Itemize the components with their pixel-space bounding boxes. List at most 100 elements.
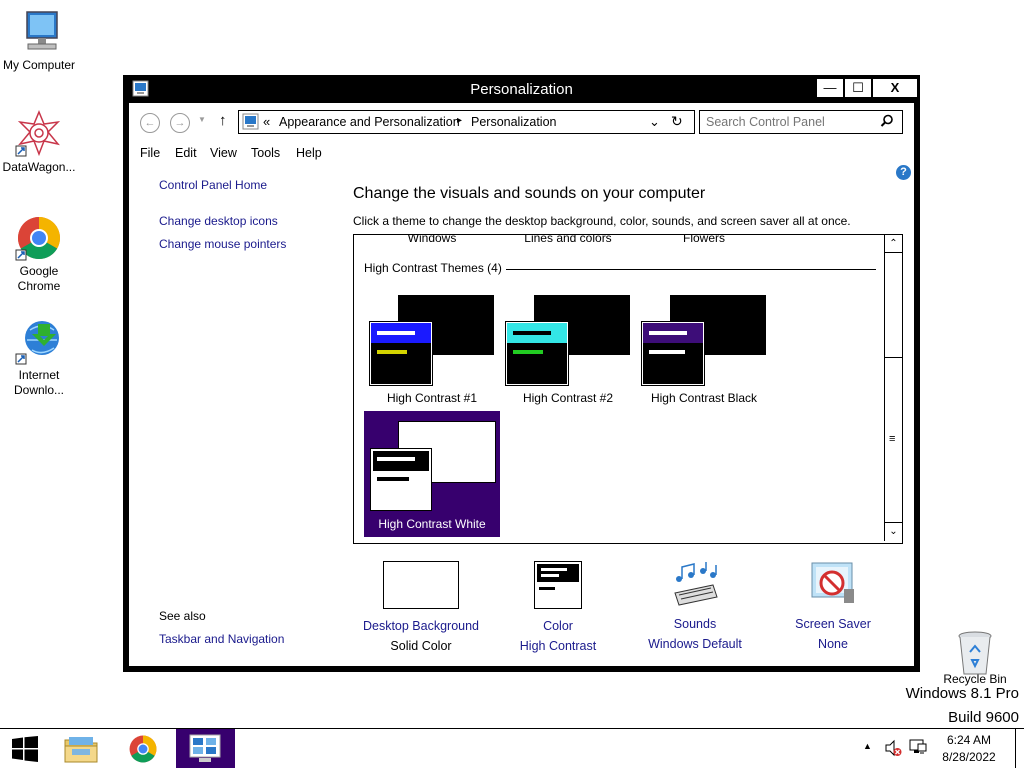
color-label[interactable]: Color	[488, 619, 628, 633]
address-bar[interactable]: « Appearance and Personalization ▸ Perso…	[238, 110, 695, 134]
menu-help[interactable]: Help	[296, 146, 322, 160]
refresh-icon[interactable]: ↻	[671, 113, 683, 130]
volume-muted-icon[interactable]	[884, 739, 902, 760]
change-desktop-icons-link[interactable]: Change desktop icons	[159, 214, 278, 228]
minimize-button[interactable]: —	[816, 78, 844, 98]
desktop-background-label[interactable]: Desktop Background	[351, 619, 491, 633]
search-box[interactable]	[699, 110, 903, 134]
theme-window-preview	[505, 321, 569, 386]
theme-high-contrast-2[interactable]: High Contrast #2	[500, 287, 636, 407]
desktop-background-value: Solid Color	[390, 639, 452, 653]
sounds-setting[interactable]: Sounds Windows Default	[625, 561, 765, 651]
desktop-background-setting[interactable]: Desktop Background Solid Color	[351, 561, 491, 653]
sounds-label[interactable]: Sounds	[625, 617, 765, 631]
control-panel-home-link[interactable]: Control Panel Home	[159, 178, 267, 192]
taskbar: ▲ 6:24 AM 8/28/2022	[0, 728, 1024, 769]
theme-high-contrast-white[interactable]: High Contrast White	[364, 411, 500, 537]
desktop-icon-my-computer[interactable]: My Computer	[0, 8, 78, 73]
scroll-up-button[interactable]: ⌃	[885, 235, 902, 253]
taskbar-chrome[interactable]	[118, 729, 168, 768]
file-explorer-icon	[64, 737, 98, 763]
theme-name: High Contrast White	[378, 517, 486, 531]
breadcrumb-overflow[interactable]: «	[263, 114, 270, 129]
back-button[interactable]: ←	[140, 113, 160, 133]
desktop-icon-google-chrome[interactable]: Google Chrome	[0, 214, 78, 294]
theme-name: High Contrast Black	[650, 391, 758, 405]
breadcrumb-personalization[interactable]: Personalization	[471, 115, 556, 129]
personalization-window: Personalization — ☐ X ← → ▼ ↑ « Appearan…	[123, 75, 920, 672]
see-also-heading: See also	[159, 609, 206, 623]
chrome-icon	[129, 735, 157, 763]
theme-text-line-preview	[377, 477, 409, 481]
taskbar-file-explorer[interactable]	[56, 729, 106, 768]
help-icon[interactable]: ?	[896, 165, 911, 180]
sounds-value: Windows Default	[648, 637, 742, 651]
back-arrow-icon: ←	[144, 117, 156, 129]
computer-icon	[14, 8, 64, 56]
control-panel-location-icon	[242, 113, 259, 133]
search-input[interactable]	[704, 113, 878, 131]
window-title: Personalization	[470, 81, 573, 98]
scroll-thumb-grip-icon[interactable]: ≡	[889, 433, 895, 445]
menu-tools[interactable]: Tools	[251, 146, 280, 160]
theme-label-windows[interactable]: Windows	[364, 235, 500, 245]
screen-saver-label[interactable]: Screen Saver	[763, 617, 903, 631]
internet-download-manager-icon	[14, 318, 64, 366]
theme-title-bar-preview	[373, 451, 429, 471]
theme-high-contrast-1[interactable]: High Contrast #1	[364, 287, 500, 407]
show-hidden-icons-arrow[interactable]: ▲	[863, 741, 872, 751]
change-mouse-pointers-link[interactable]: Change mouse pointers	[159, 237, 286, 251]
theme-window-preview	[370, 448, 432, 511]
desktop-icon-label: DataWagon...	[2, 160, 76, 174]
clock-date[interactable]: 8/28/2022	[930, 750, 1008, 764]
close-button[interactable]: X	[872, 78, 918, 98]
breadcrumb-separator[interactable]: ▸	[457, 115, 462, 126]
menu-edit[interactable]: Edit	[175, 146, 197, 160]
theme-name: High Contrast #2	[522, 391, 614, 405]
screen-saver-value: None	[818, 637, 848, 651]
forward-button[interactable]: →	[170, 113, 190, 133]
theme-text-line-preview	[649, 350, 685, 354]
theme-high-contrast-black[interactable]: High Contrast Black	[636, 287, 772, 407]
window-client-area: ← → ▼ ↑ « Appearance and Personalization…	[129, 103, 914, 666]
taskbar-and-navigation-link[interactable]: Taskbar and Navigation	[159, 632, 284, 646]
network-icon[interactable]	[908, 738, 928, 761]
desktop-background-icon	[383, 561, 459, 609]
theme-gallery-scrollbar[interactable]: ⌃ ≡ ⌄	[884, 235, 902, 541]
group-header-divider	[506, 269, 876, 270]
menu-file[interactable]: File	[140, 146, 160, 160]
taskbar-control-panel-active[interactable]	[176, 729, 235, 768]
group-header-high-contrast[interactable]: High Contrast Themes (4)	[364, 261, 502, 275]
os-watermark-build: Build 9600	[948, 709, 1019, 726]
maximize-button[interactable]: ☐	[844, 78, 872, 98]
start-button[interactable]	[0, 729, 50, 768]
theme-gallery: Windows Lines and colors Flowers High Co…	[353, 234, 903, 544]
theme-title-bar-preview	[507, 323, 567, 343]
color-icon	[534, 561, 582, 609]
scroll-track-divider	[885, 357, 902, 358]
color-setting[interactable]: Color High Contrast	[488, 561, 628, 653]
theme-window-preview	[369, 321, 433, 386]
page-subheading: Click a theme to change the desktop back…	[353, 214, 851, 228]
breadcrumb-appearance-and-personalization[interactable]: Appearance and Personalization	[279, 115, 460, 129]
desktop-icon-internet-download-manager[interactable]: Internet Downlo...	[0, 318, 78, 398]
search-icon[interactable]	[880, 114, 894, 131]
desktop-icon-label: Google Chrome	[17, 264, 61, 293]
address-dropdown-icon[interactable]: ⌄	[649, 114, 660, 130]
up-arrow-icon: ↑	[219, 112, 227, 129]
up-button[interactable]: ↑	[219, 112, 227, 129]
clock-time[interactable]: 6:24 AM	[930, 733, 1008, 747]
desktop-icon-datawagon[interactable]: DataWagon...	[0, 110, 78, 175]
chrome-icon	[14, 214, 64, 262]
menu-view[interactable]: View	[210, 146, 237, 160]
minimize-icon: —	[823, 80, 837, 95]
title-bar[interactable]: Personalization — ☐ X	[123, 75, 920, 103]
screen-saver-setting[interactable]: Screen Saver None	[763, 561, 903, 651]
theme-label-flowers[interactable]: Flowers	[636, 235, 772, 245]
sounds-icon	[669, 561, 721, 607]
theme-label-lines-and-colors[interactable]: Lines and colors	[500, 235, 636, 245]
show-desktop-button[interactable]	[1015, 729, 1024, 768]
recent-locations-dropdown-icon[interactable]: ▼	[198, 115, 206, 124]
theme-text-line-preview	[513, 350, 543, 354]
scroll-down-button[interactable]: ⌄	[885, 523, 902, 540]
